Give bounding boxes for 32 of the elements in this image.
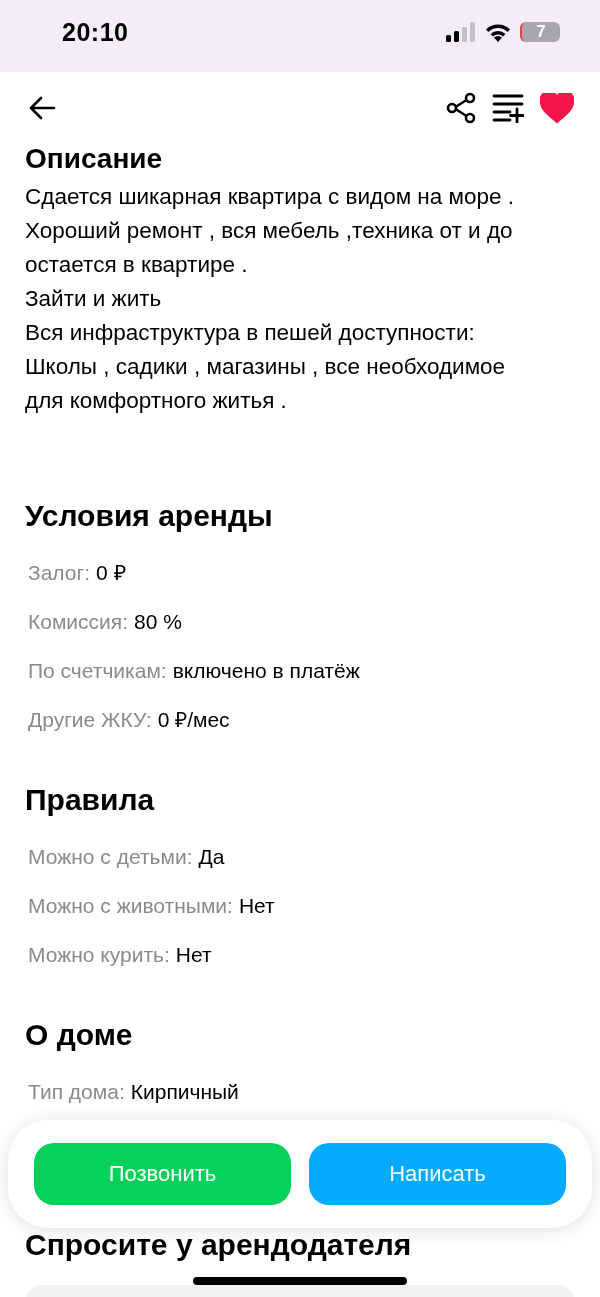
field-label: Другие ЖКУ:	[28, 707, 152, 733]
field-label: Залог:	[28, 560, 91, 586]
field-value: Нет	[175, 942, 212, 968]
status-time: 20:10	[62, 17, 129, 47]
field-value: 80 %	[134, 609, 182, 635]
field-label: Можно с детьми:	[28, 844, 193, 870]
battery-indicator: 7	[520, 22, 560, 42]
section-title: Правила	[25, 782, 156, 818]
field-value: 0 ₽/мес	[157, 707, 230, 733]
call-button[interactable]: Позвонить	[34, 1143, 291, 1205]
share-button[interactable]	[446, 92, 476, 124]
signal-icon	[446, 22, 476, 42]
back-button[interactable]	[28, 96, 56, 120]
field-value: 0 ₽	[96, 560, 126, 586]
field-label: Комиссия:	[28, 609, 129, 635]
field-value: включено в платёж	[172, 658, 360, 684]
add-to-list-button[interactable]	[492, 93, 524, 123]
favorite-button[interactable]	[540, 93, 574, 123]
field-value: Кирпичный	[130, 1079, 239, 1105]
field-value: Нет	[238, 893, 275, 919]
section-title: О доме	[25, 1017, 134, 1053]
section-title: Условия аренды	[25, 498, 274, 534]
field-value: Да	[198, 844, 225, 870]
section-title: Спросите у арендодателя	[25, 1227, 413, 1263]
message-button[interactable]: Написать	[309, 1143, 566, 1205]
field-label: По счетчикам:	[28, 658, 167, 684]
section-title: Описание	[25, 144, 164, 174]
field-label: Можно с животными:	[28, 893, 233, 919]
field-label: Тип дома:	[28, 1079, 125, 1105]
wifi-icon	[484, 22, 512, 42]
field-label: Можно курить:	[28, 942, 170, 968]
description-text: Сдается шикарная квартира с видом на море . Хороший ремонт , вся мебель ,техника от и до остается в квартире . Зайти и жить Вся инфраструктура в пешей доступности: Школы , садики , магазины , все необходимое для комфортного житья .	[25, 183, 516, 415]
